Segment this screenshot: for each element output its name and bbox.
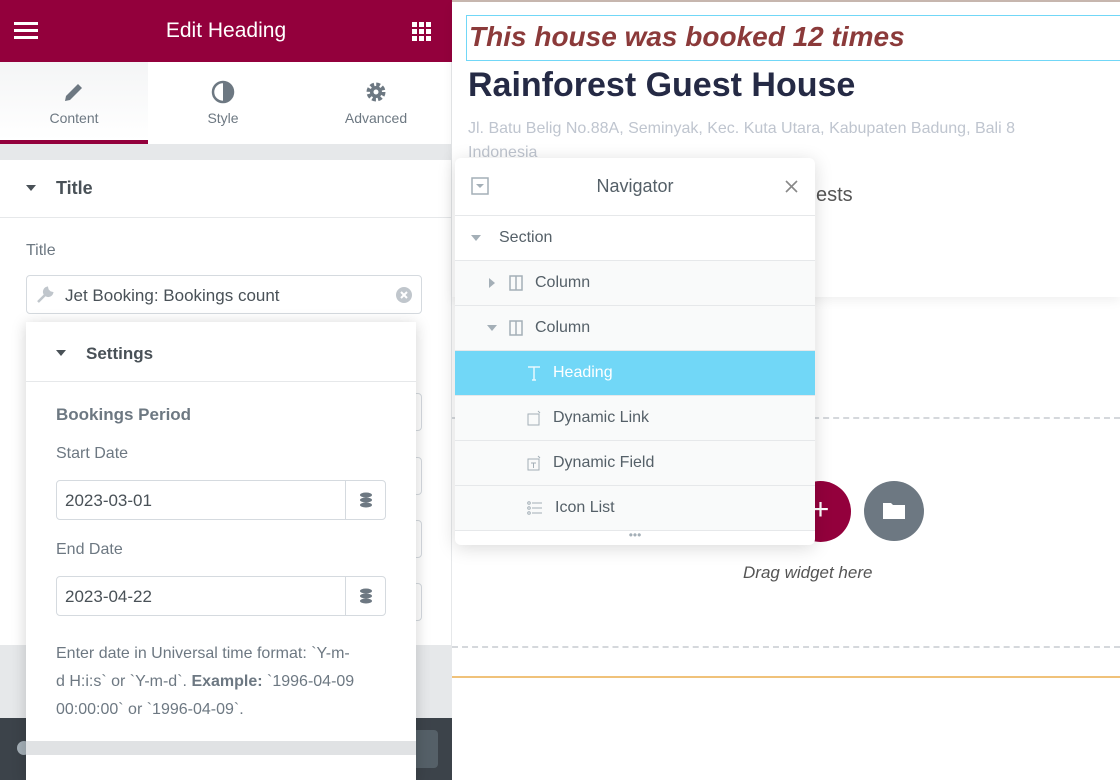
item-label: Heading	[553, 364, 613, 381]
navigator-item-section[interactable]: Section	[455, 215, 815, 260]
tab-style[interactable]: Style	[148, 62, 298, 144]
item-label: Column	[535, 274, 591, 291]
tab-label: Content	[49, 110, 99, 126]
navigator-item-column[interactable]: Column	[455, 305, 815, 350]
dynamic-link-icon	[527, 410, 541, 426]
tab-label: Style	[207, 110, 239, 126]
wrench-icon[interactable]	[36, 286, 54, 304]
title-dynamic-input[interactable]: Jet Booking: Bookings count	[26, 275, 422, 314]
database-icon	[359, 588, 372, 604]
panel-title: Edit Heading	[165, 19, 287, 42]
navigator-item-icon-list[interactable]: Icon List	[455, 485, 815, 530]
column-icon	[509, 320, 523, 336]
dynamic-tags-button[interactable]	[345, 481, 385, 519]
close-icon[interactable]	[785, 180, 798, 193]
navigator-item-dynamic-link[interactable]: Dynamic Link	[455, 395, 815, 440]
contrast-icon	[211, 80, 235, 104]
end-date-value: 2023-04-22	[65, 587, 152, 606]
end-date-input[interactable]: 2023-04-22	[56, 576, 386, 616]
dynamic-tags-button[interactable]	[345, 577, 385, 615]
property-address: Jl. Batu Belig No.88A, Seminyak, Kec. Ku…	[468, 120, 1015, 137]
item-label: Icon List	[555, 499, 615, 516]
gear-icon	[366, 82, 386, 102]
section-title-toggle[interactable]: Title	[0, 160, 452, 218]
tab-label: Advanced	[344, 110, 408, 126]
section-border	[452, 676, 1120, 678]
dynamic-field-icon	[527, 455, 541, 471]
widgets-grid-icon[interactable]	[412, 22, 432, 42]
navigator-title: Navigator	[596, 176, 674, 196]
booked-count-heading: This house was booked 12 times	[469, 21, 905, 52]
popover-divider	[26, 741, 416, 755]
tab-content[interactable]: Content	[0, 62, 148, 144]
folder-icon	[883, 503, 905, 519]
icon-list-icon	[527, 501, 542, 515]
divider	[0, 144, 452, 160]
clear-icon[interactable]	[396, 287, 412, 303]
help-text: Enter date in Universal time format: `Y-…	[56, 640, 356, 724]
selected-heading-widget[interactable]: This house was booked 12 times	[466, 15, 1120, 61]
drag-widget-hint: Drag widget here	[743, 563, 873, 582]
column-icon	[509, 275, 523, 291]
item-label: Dynamic Link	[553, 409, 650, 426]
caret-down-icon	[56, 350, 66, 356]
start-date-value: 2023-03-01	[65, 491, 152, 510]
add-template-button[interactable]	[864, 481, 924, 541]
pencil-icon	[65, 84, 82, 101]
guests-text: ests	[816, 184, 853, 206]
start-date-input[interactable]: 2023-03-01	[56, 480, 386, 520]
item-label: Section	[499, 229, 553, 246]
drop-zone-border	[452, 646, 1120, 648]
caret-right-icon[interactable]	[489, 278, 495, 288]
settings-toggle[interactable]: Settings	[26, 322, 416, 382]
group-heading: Bookings Period	[56, 405, 192, 424]
resize-handle[interactable]: •••	[455, 529, 815, 545]
dynamic-tag-settings-popover: Settings Bookings Period Start Date 2023…	[26, 322, 416, 780]
popover-title: Settings	[86, 344, 154, 363]
tab-advanced[interactable]: Advanced	[300, 62, 452, 144]
navigator-item-dynamic-field[interactable]: Dynamic Field	[455, 440, 815, 485]
panel-header: Edit Heading	[0, 0, 452, 62]
section-title: Title	[56, 178, 93, 198]
navigator-item-heading[interactable]: Heading	[455, 350, 815, 395]
heading-icon	[528, 366, 540, 381]
navigator-panel: Navigator Section Column Column Heading …	[455, 158, 815, 545]
caret-down-icon	[26, 185, 36, 191]
field-label: Title	[26, 242, 56, 259]
property-name: Rainforest Guest House	[468, 66, 856, 104]
caret-down-icon	[471, 235, 481, 241]
caret-down-icon[interactable]	[487, 325, 497, 331]
help-text-bold: Example:	[191, 673, 263, 690]
item-label: Column	[535, 319, 591, 336]
navigator-item-column[interactable]: Column	[455, 260, 815, 305]
field-value: Jet Booking: Bookings count	[65, 286, 280, 305]
item-label: Dynamic Field	[553, 454, 655, 471]
database-icon	[359, 492, 372, 508]
start-date-label: Start Date	[56, 445, 129, 462]
end-date-label: End Date	[56, 541, 123, 558]
